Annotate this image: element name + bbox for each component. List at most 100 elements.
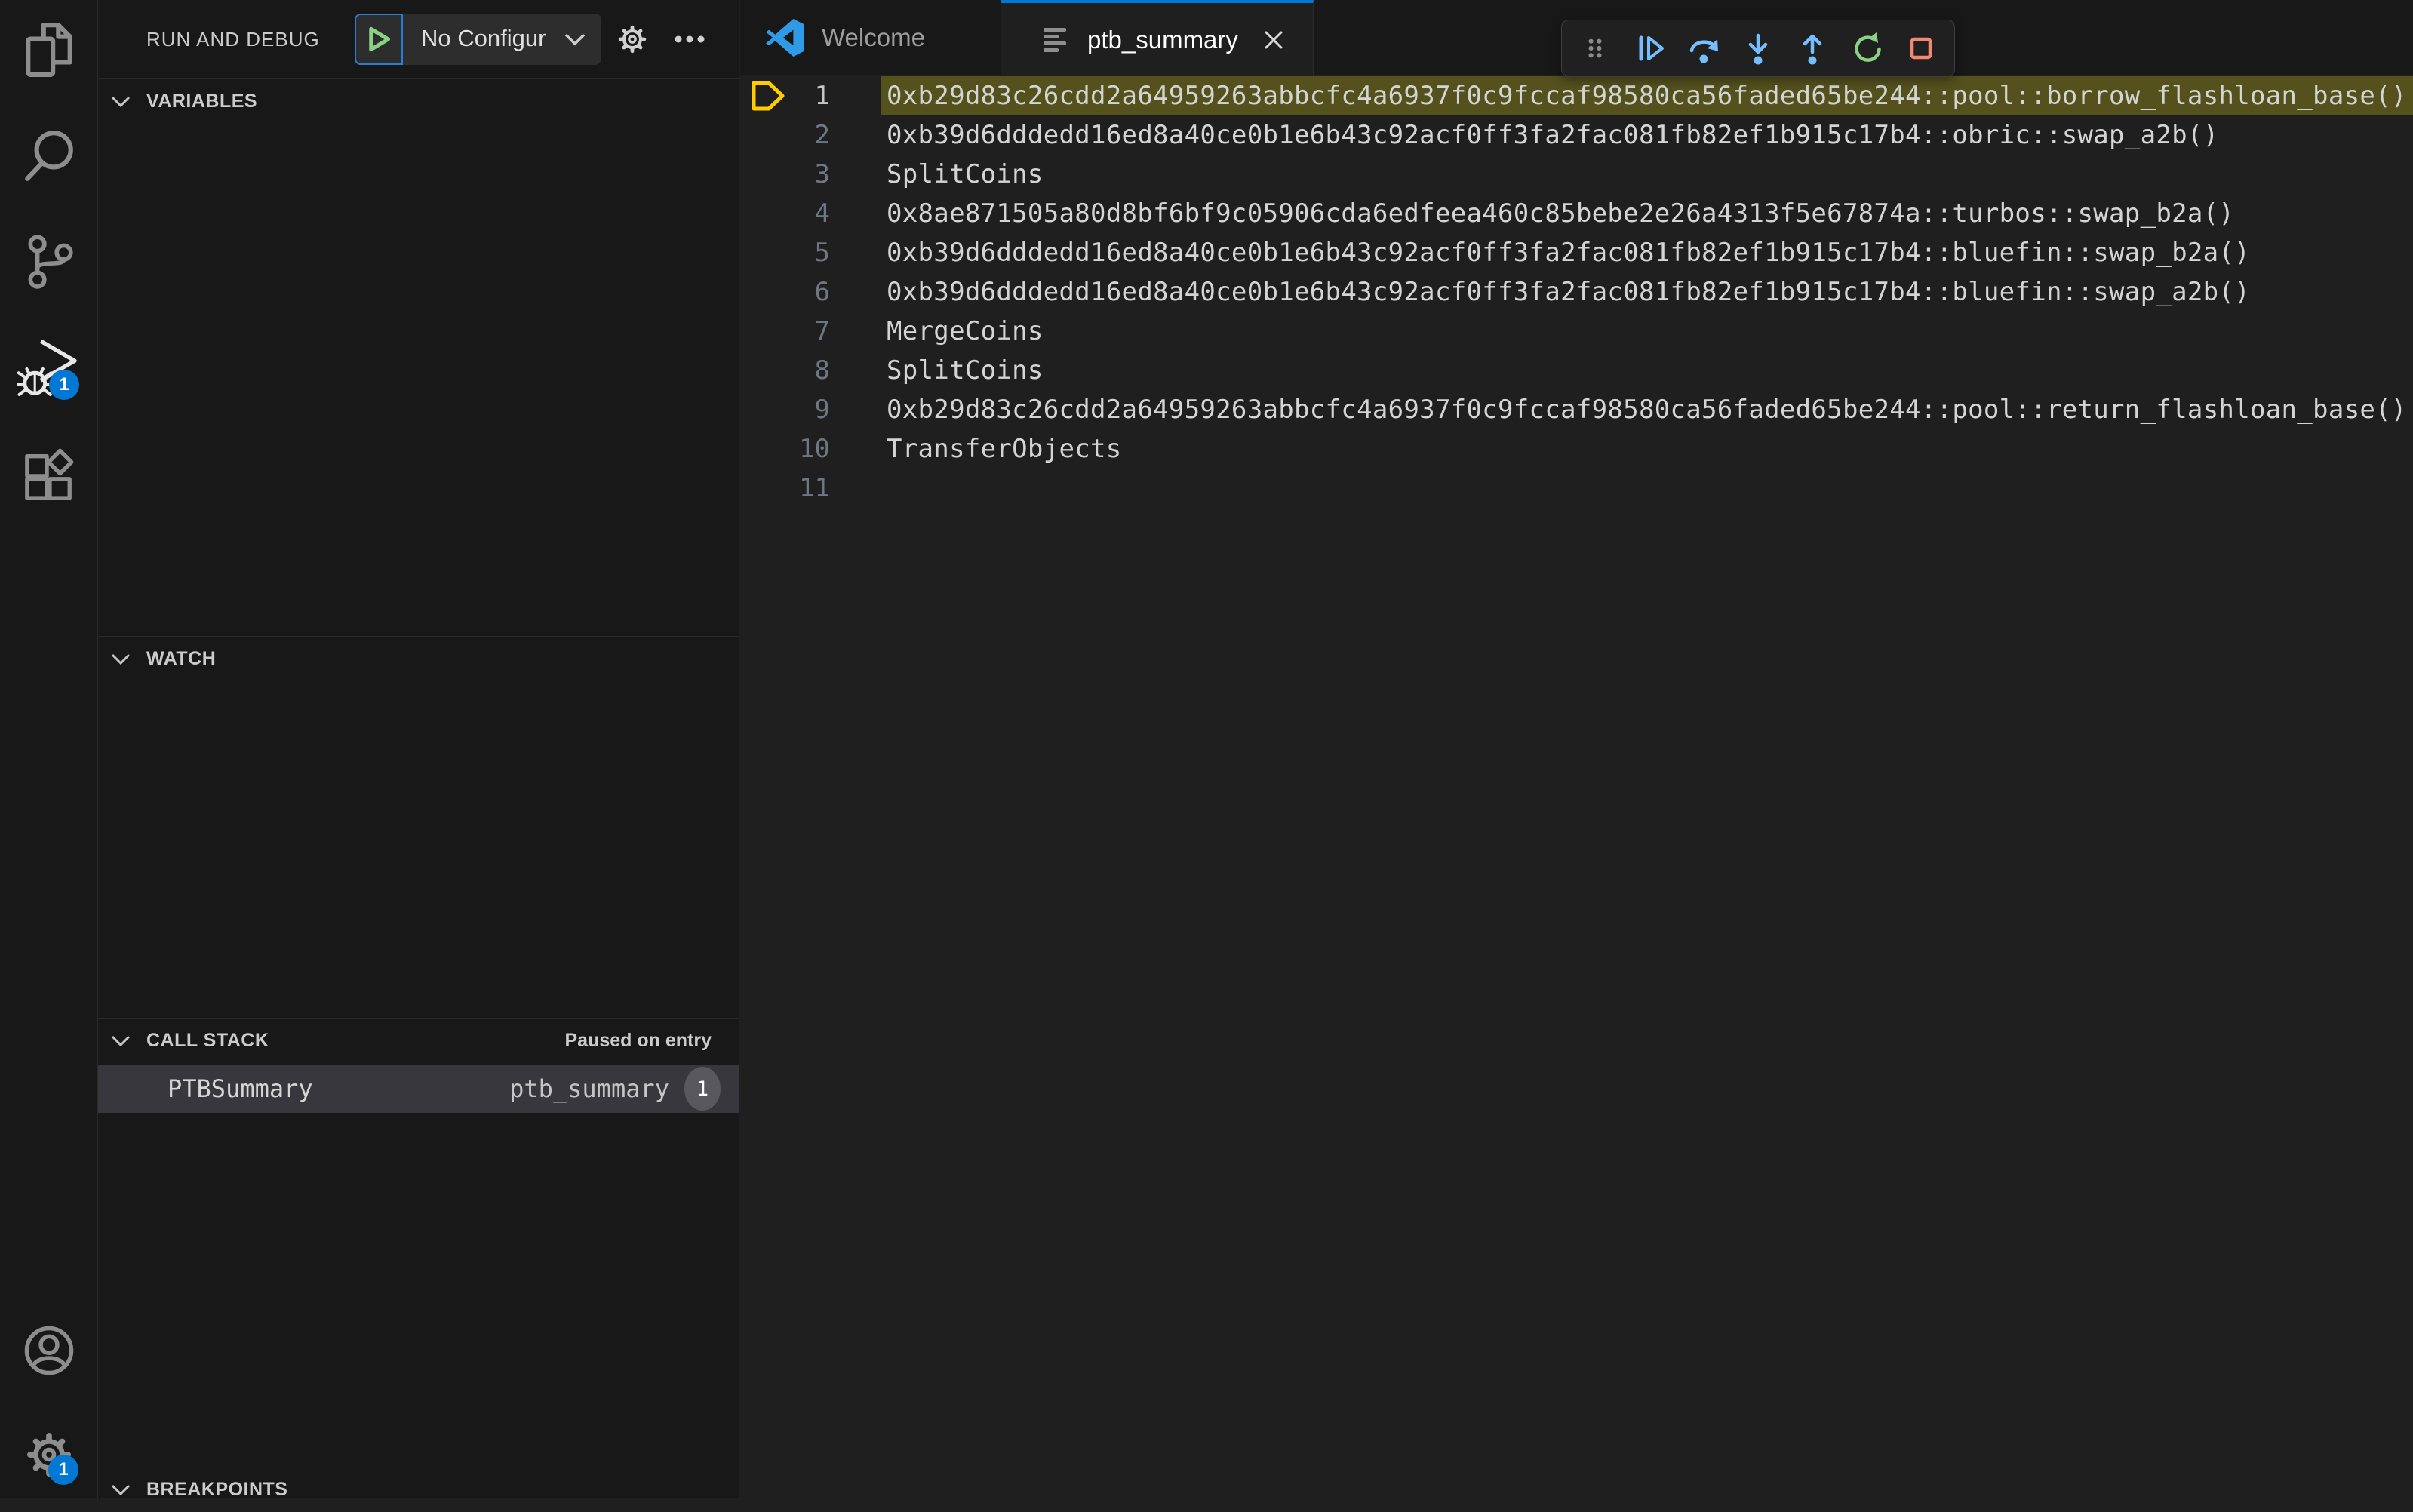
run-and-debug-sidebar: RUN AND DEBUG No Configur VARIABLES WATC…	[98, 0, 739, 1500]
call-stack-frame-row[interactable]: PTBSummary ptb_summary 1	[98, 1065, 739, 1113]
activity-item-run-and-debug[interactable]: 1	[15, 339, 79, 400]
debug-configuration-dropdown[interactable]: No Configur	[355, 14, 601, 65]
activity-item-accounts[interactable]	[22, 1322, 76, 1382]
activity-item-source-control[interactable]	[22, 232, 76, 293]
code-line[interactable]: 3 SplitCoins	[740, 155, 2413, 194]
stop-button[interactable]	[1904, 32, 1938, 65]
grip-dots-icon	[1588, 38, 1602, 58]
section-header-call-stack[interactable]: CALL STACK Paused on entry	[98, 1018, 739, 1063]
step-over-icon	[1689, 39, 1718, 63]
line-text[interactable]: 0xb29d83c26cdd2a64959263abbcfc4a6937f0c9…	[887, 390, 2407, 429]
line-text[interactable]: 0x8ae871505a80d8bf6bf9c05906cda6edfeea46…	[887, 194, 2234, 233]
activity-item-extensions[interactable]	[22, 445, 76, 506]
debug-toolbar	[1561, 20, 1955, 77]
tab-label: Welcome	[822, 23, 925, 51]
extensions-icon	[23, 447, 75, 504]
step-over-button[interactable]	[1687, 32, 1720, 65]
explorer-icon	[23, 21, 75, 82]
section-header-breakpoints[interactable]: BREAKPOINTS	[98, 1467, 739, 1512]
activity-item-explorer[interactable]	[22, 21, 76, 81]
restart-button[interactable]	[1850, 32, 1883, 65]
section-label: WATCH	[146, 648, 217, 669]
activity-item-settings[interactable]: 1	[22, 1426, 78, 1486]
configuration-label: No Configur	[421, 25, 546, 51]
code-line[interactable]: 11	[740, 469, 2413, 508]
debug-current-line-arrow-icon	[749, 78, 787, 117]
continue-button[interactable]	[1633, 32, 1666, 65]
debug-pause-status: Paused on entry	[564, 1030, 712, 1051]
settings-badge: 1	[48, 1455, 78, 1485]
search-icon	[23, 128, 75, 189]
sidebar-title: RUN AND DEBUG	[146, 28, 320, 51]
file-list-icon	[1044, 23, 1071, 57]
step-out-icon	[1803, 34, 1822, 65]
line-number-gutter[interactable]: 8	[740, 351, 830, 390]
line-number-gutter[interactable]: 6	[740, 272, 830, 312]
line-number-gutter[interactable]: 9	[740, 390, 830, 429]
code-line[interactable]: 2 0xb39d6dddedd16ed8a40ce0b1e6b43c92acf0…	[740, 115, 2413, 155]
line-text[interactable]: 0xb39d6dddedd16ed8a40ce0b1e6b43c92acf0ff…	[887, 233, 2250, 272]
line-text[interactable]: MergeCoins	[887, 312, 1044, 351]
toolbar-drag-handle[interactable]	[1578, 32, 1612, 65]
start-debugging-button[interactable]	[355, 14, 403, 65]
code-line[interactable]: 1 0xb29d83c26cdd2a64959263abbcfc4a6937f0…	[740, 76, 2413, 115]
frame-name: PTBSummary	[168, 1074, 313, 1103]
vscode-logo-icon	[766, 18, 805, 57]
continue-icon	[1639, 35, 1664, 61]
tab-welcome[interactable]: Welcome	[740, 0, 1001, 75]
debug-count-badge: 1	[49, 370, 79, 400]
source-control-icon	[23, 232, 75, 293]
code-line[interactable]: 10 TransferObjects	[740, 429, 2413, 469]
ellipsis-icon	[675, 35, 705, 43]
code-line[interactable]: 8 SplitCoins	[740, 351, 2413, 390]
code-line[interactable]: 6 0xb39d6dddedd16ed8a40ce0b1e6b43c92acf0…	[740, 272, 2413, 312]
sidebar-toolbar: RUN AND DEBUG No Configur	[98, 0, 739, 78]
section-label: BREAKPOINTS	[146, 1479, 288, 1500]
code-line[interactable]: 5 0xb39d6dddedd16ed8a40ce0b1e6b43c92acf0…	[740, 233, 2413, 272]
line-text[interactable]: 0xb29d83c26cdd2a64959263abbcfc4a6937f0c9…	[887, 76, 2407, 115]
activity-item-search[interactable]	[22, 128, 76, 188]
close-tab-icon[interactable]	[1261, 27, 1286, 53]
section-header-watch[interactable]: WATCH	[98, 636, 739, 681]
tab-ptb-summary[interactable]: ptb_summary	[1001, 0, 1314, 76]
code-line[interactable]: 9 0xb29d83c26cdd2a64959263abbcfc4a6937f0…	[740, 390, 2413, 429]
chevron-down-icon	[110, 1483, 136, 1497]
line-text[interactable]: SplitCoins	[887, 155, 1044, 194]
restart-icon	[1855, 32, 1881, 62]
section-label: VARIABLES	[146, 91, 258, 112]
line-number-gutter[interactable]: 4	[740, 194, 830, 233]
line-text[interactable]: 0xb39d6dddedd16ed8a40ce0b1e6b43c92acf0ff…	[887, 272, 2250, 312]
code-line[interactable]: 4 0x8ae871505a80d8bf6bf9c05906cda6edfeea…	[740, 194, 2413, 233]
chevron-down-icon	[110, 1034, 136, 1048]
chevron-down-icon	[110, 95, 136, 109]
frame-source: ptb_summary	[509, 1074, 669, 1103]
line-number-gutter[interactable]: 5	[740, 233, 830, 272]
play-icon	[369, 26, 391, 52]
stop-icon	[1910, 37, 1932, 60]
open-launch-json-gear-button[interactable]	[616, 23, 649, 56]
line-text[interactable]: TransferObjects	[887, 429, 1122, 469]
line-number-gutter[interactable]: 2	[740, 115, 830, 155]
editor-group: Welcome ptb_summary 1 0xb29d83c26cdd2a64…	[740, 0, 2413, 1498]
step-into-button[interactable]	[1741, 32, 1775, 65]
line-number-gutter[interactable]: 10	[740, 429, 830, 469]
section-header-variables[interactable]: VARIABLES	[98, 78, 739, 124]
line-number-gutter[interactable]: 11	[740, 469, 830, 508]
step-out-button[interactable]	[1796, 32, 1829, 65]
editor-tab-bar: Welcome ptb_summary	[740, 0, 2413, 77]
chevron-down-icon	[564, 32, 586, 51]
line-text[interactable]: 0xb39d6dddedd16ed8a40ce0b1e6b43c92acf0ff…	[887, 115, 2218, 155]
code-lines: 1 0xb29d83c26cdd2a64959263abbcfc4a6937f0…	[740, 76, 2413, 508]
step-into-icon	[1748, 33, 1768, 65]
line-text[interactable]: SplitCoins	[887, 351, 1044, 390]
frame-line-badge: 1	[684, 1067, 721, 1111]
line-number-gutter[interactable]: 3	[740, 155, 830, 194]
tab-label: ptb_summary	[1087, 25, 1238, 54]
section-label: CALL STACK	[146, 1030, 269, 1051]
line-number-gutter[interactable]: 7	[740, 312, 830, 351]
chevron-down-icon	[110, 653, 136, 666]
code-line[interactable]: 7 MergeCoins	[740, 312, 2413, 351]
more-actions-button[interactable]	[673, 23, 706, 56]
account-icon	[23, 1324, 75, 1381]
activity-bar: 1 1	[0, 0, 98, 1498]
